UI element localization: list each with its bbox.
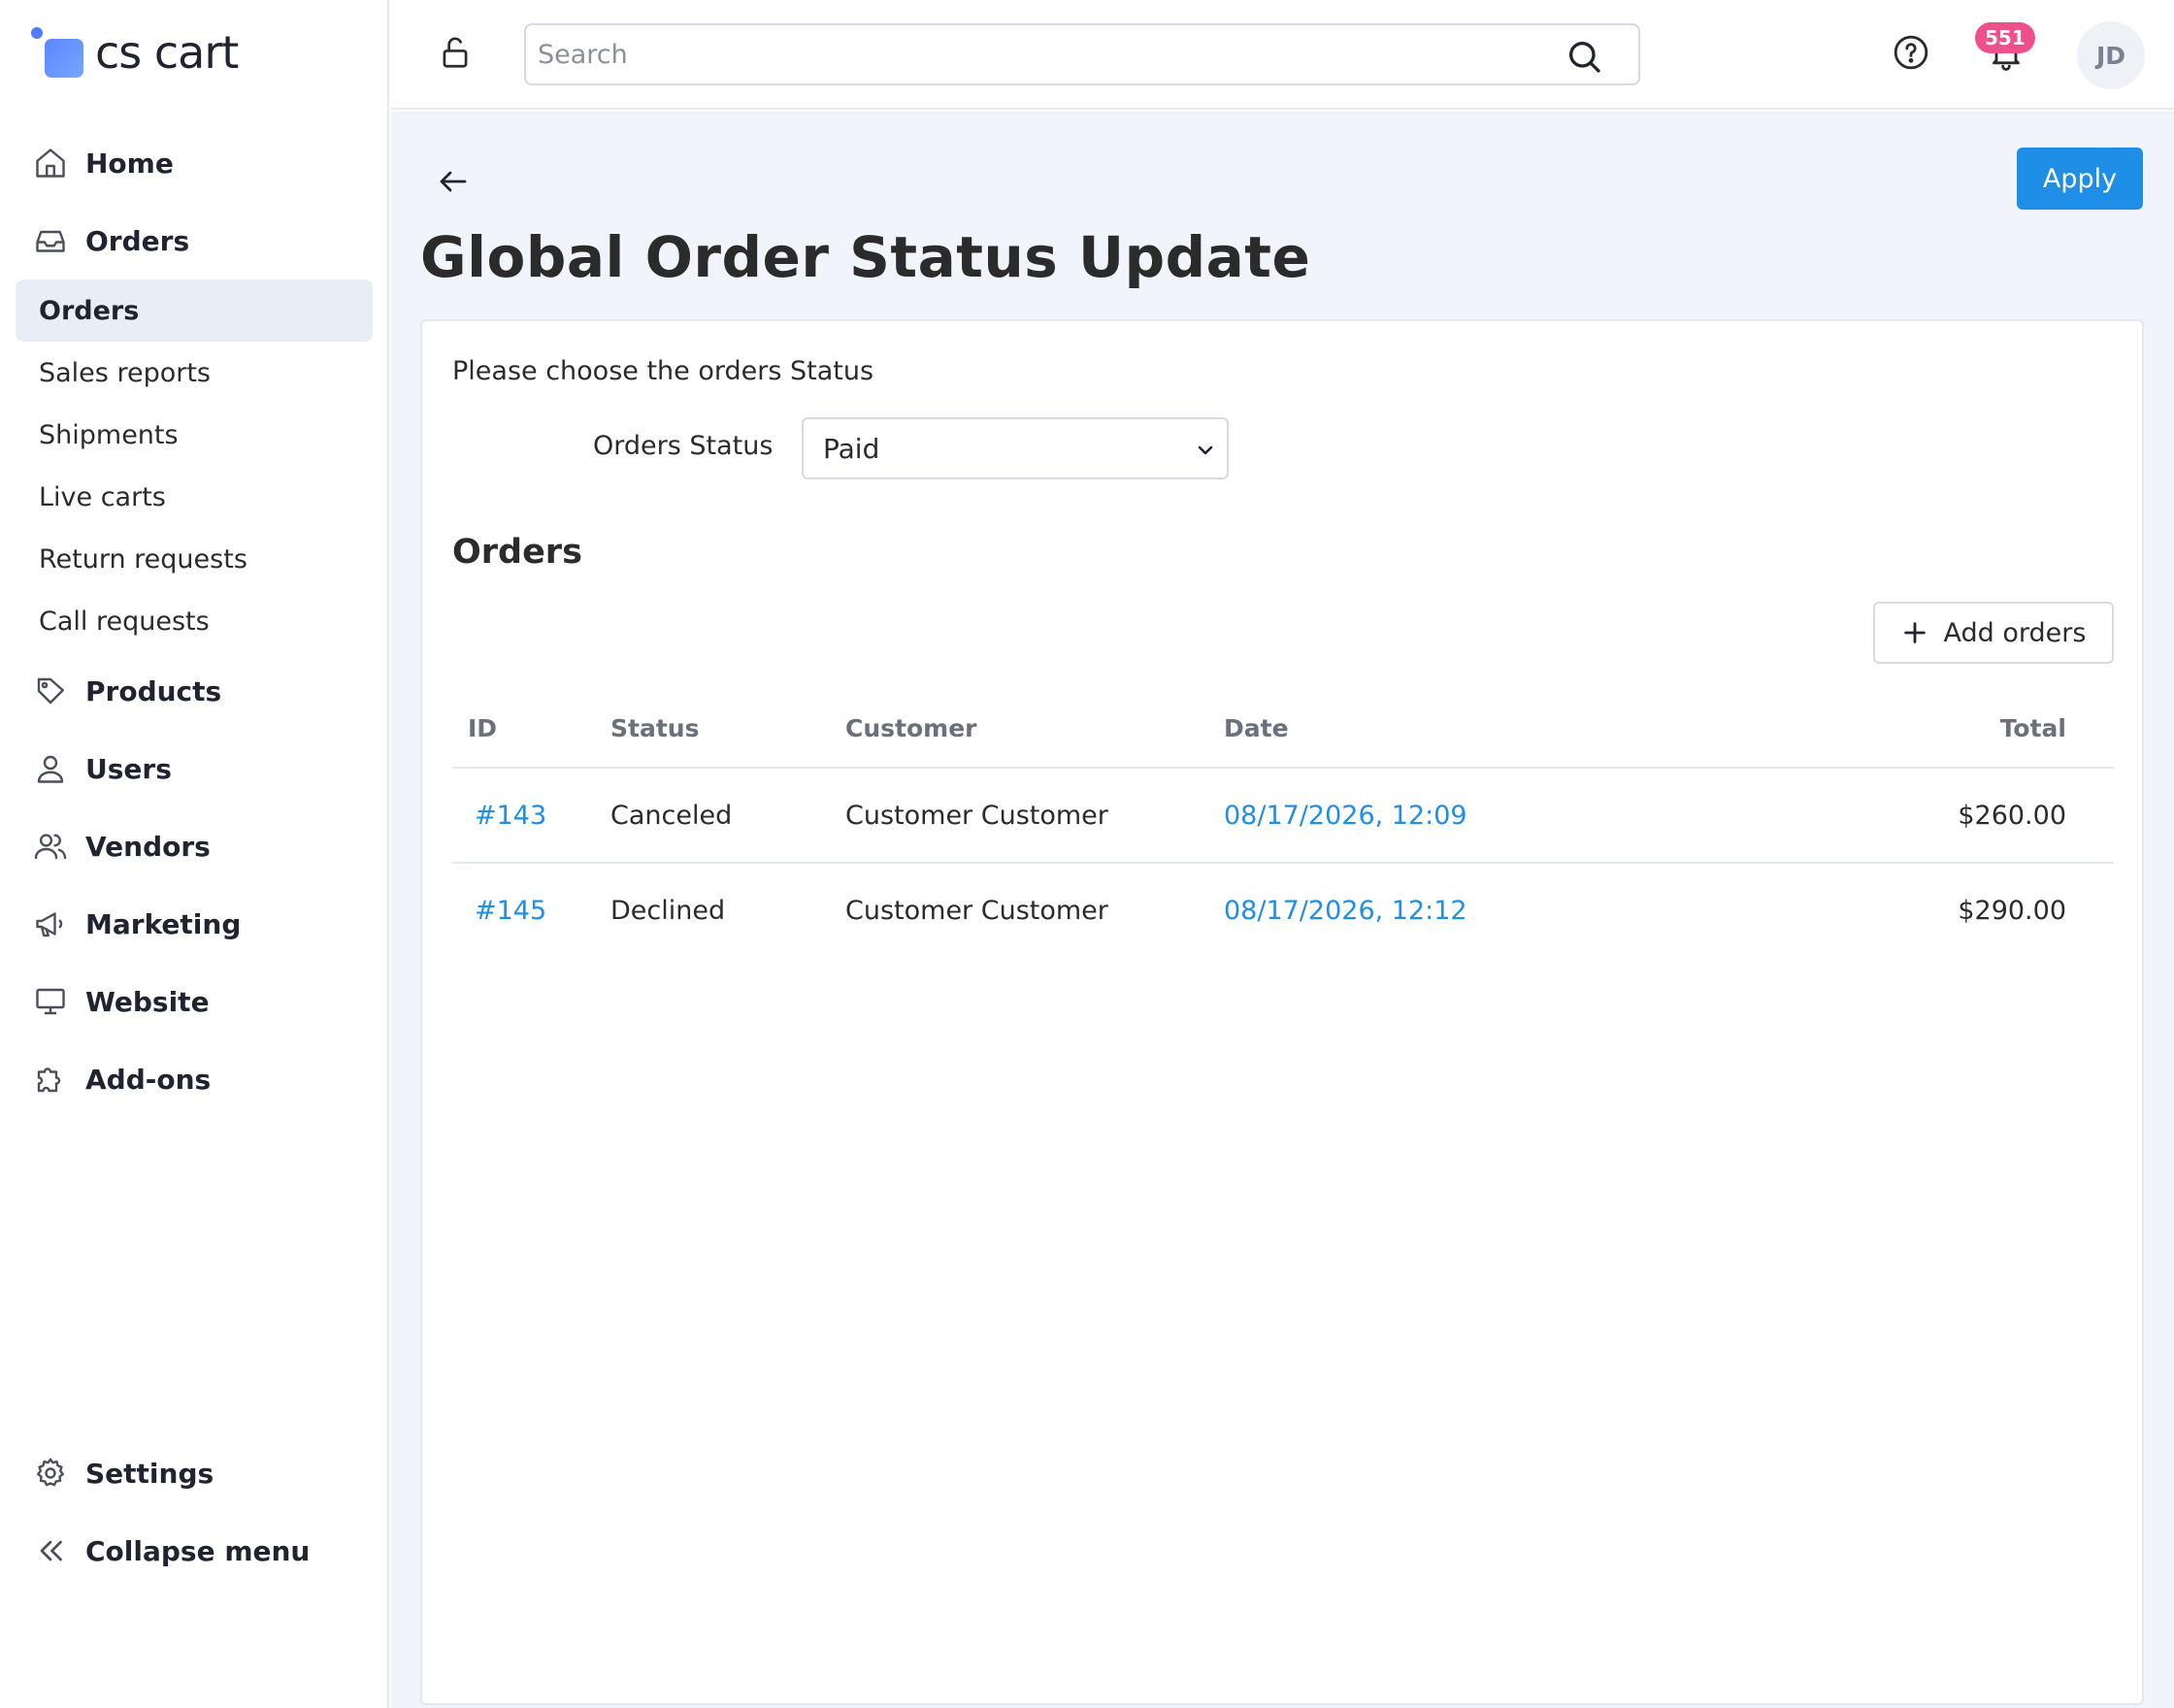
add-orders-label: Add orders [1943, 617, 2087, 648]
order-status: Declined [610, 896, 726, 926]
orders-status-value: Paid [823, 433, 880, 465]
column-header-customer[interactable]: Customer [845, 690, 1224, 769]
order-date-link[interactable]: 08/17/2026, 12:09 [1224, 801, 1467, 831]
inbox-icon [31, 221, 70, 260]
sidebar-item-label: Home [85, 147, 174, 180]
sidebar-subitem-sales-reports[interactable]: Sales reports [16, 342, 373, 404]
monitor-icon [31, 982, 70, 1021]
order-customer: Customer Customer [845, 768, 1224, 864]
users-icon [31, 827, 70, 866]
megaphone-icon [31, 904, 70, 943]
plus-icon [1901, 619, 1928, 646]
sidebar-item-marketing[interactable]: Marketing [31, 895, 241, 953]
order-date-link[interactable]: 08/17/2026, 12:12 [1224, 896, 1467, 926]
choose-status-text: Please choose the orders Status [452, 356, 874, 386]
lock-button[interactable] [430, 29, 480, 80]
apply-button[interactable]: Apply [2017, 148, 2143, 210]
order-id-link[interactable]: #145 [475, 896, 546, 926]
order-total: $260.00 [1903, 768, 2066, 864]
sidebar: cs cart Home Orders Orders Sales reports… [0, 0, 389, 1708]
home-icon [31, 144, 70, 182]
sidebar-item-settings[interactable]: Settings [31, 1444, 214, 1502]
order-status: Canceled [610, 768, 845, 864]
orders-status-label: Orders Status [593, 431, 774, 461]
table-row: #143 Canceled Customer Customer 08/17/20… [452, 768, 2114, 864]
table-header-row: ID Status Customer Date Total [452, 690, 2114, 769]
sidebar-item-users[interactable]: Users [31, 739, 172, 798]
unlock-icon [437, 34, 474, 75]
sidebar-item-label: Vendors [85, 830, 211, 863]
column-header-total[interactable]: Total [1903, 690, 2066, 769]
tag-icon [31, 672, 70, 710]
sidebar-subitem-orders[interactable]: Orders [16, 279, 373, 342]
sidebar-item-label: Users [85, 752, 172, 785]
row-spacer [2066, 768, 2114, 864]
collapse-menu-button[interactable]: Collapse menu [31, 1522, 310, 1580]
search-box [524, 23, 1640, 85]
help-button[interactable] [1886, 29, 1936, 80]
sidebar-item-website[interactable]: Website [31, 972, 210, 1031]
add-orders-button[interactable]: Add orders [1873, 602, 2114, 664]
orders-status-select[interactable]: Paid [802, 417, 1229, 479]
arrow-left-icon [436, 164, 471, 203]
sidebar-subitem-live-carts[interactable]: Live carts [16, 466, 373, 528]
back-button[interactable] [432, 162, 475, 205]
sidebar-item-label: Products [85, 674, 222, 707]
column-header-actions [2066, 690, 2114, 769]
orders-table: ID Status Customer Date Total #143 Cance… [452, 690, 2114, 958]
sidebar-item-label: Settings [85, 1457, 214, 1490]
row-spacer [2066, 863, 2114, 958]
order-customer: Customer Customer [845, 896, 1108, 926]
sidebar-subitem-call-requests[interactable]: Call requests [16, 590, 373, 652]
column-header-status[interactable]: Status [610, 690, 845, 769]
sidebar-subitem-return-requests[interactable]: Return requests [16, 528, 373, 590]
puzzle-icon [31, 1060, 70, 1099]
sidebar-item-label: Marketing [85, 907, 242, 940]
gear-icon [31, 1454, 70, 1493]
chevrons-left-icon [31, 1531, 70, 1570]
sidebar-subitem-shipments[interactable]: Shipments [16, 404, 373, 466]
sidebar-item-add-ons[interactable]: Add-ons [31, 1050, 211, 1108]
table-row: #145 Declined Customer Customer 08/17/20… [452, 863, 2114, 958]
page-title: Global Order Status Update [420, 224, 1311, 290]
user-icon [31, 749, 70, 788]
sidebar-item-products[interactable]: Products [31, 662, 221, 720]
sidebar-item-orders[interactable]: Orders [31, 212, 189, 270]
content-panel: Please choose the orders Status Orders S… [420, 319, 2144, 1705]
sidebar-item-label: Add-ons [85, 1063, 212, 1096]
cs-cart-logo-icon [31, 25, 85, 80]
column-header-id[interactable]: ID [452, 690, 610, 769]
column-header-date[interactable]: Date [1224, 690, 1903, 769]
search-icon[interactable] [1565, 37, 1603, 76]
order-id-link[interactable]: #143 [475, 801, 546, 831]
sidebar-item-label: Collapse menu [85, 1534, 311, 1567]
sidebar-item-label: Website [85, 985, 210, 1018]
avatar[interactable]: JD [2077, 21, 2145, 89]
sidebar-item-label: Orders [85, 224, 190, 257]
main-content: Apply Global Order Status Update Please … [391, 112, 2174, 1708]
sidebar-item-vendors[interactable]: Vendors [31, 817, 211, 875]
order-total: $290.00 [1958, 896, 2066, 926]
chevron-down-icon [1194, 437, 1217, 460]
brand-logo[interactable]: cs cart [31, 21, 239, 83]
orders-section-heading: Orders [452, 533, 582, 572]
top-bar: 551 JD [391, 0, 2174, 110]
sidebar-item-home[interactable]: Home [31, 134, 174, 192]
search-input[interactable] [526, 25, 1638, 83]
help-icon [1892, 33, 1930, 76]
notifications-count-badge: 551 [1975, 22, 2035, 53]
brand-name: cs cart [95, 26, 239, 79]
